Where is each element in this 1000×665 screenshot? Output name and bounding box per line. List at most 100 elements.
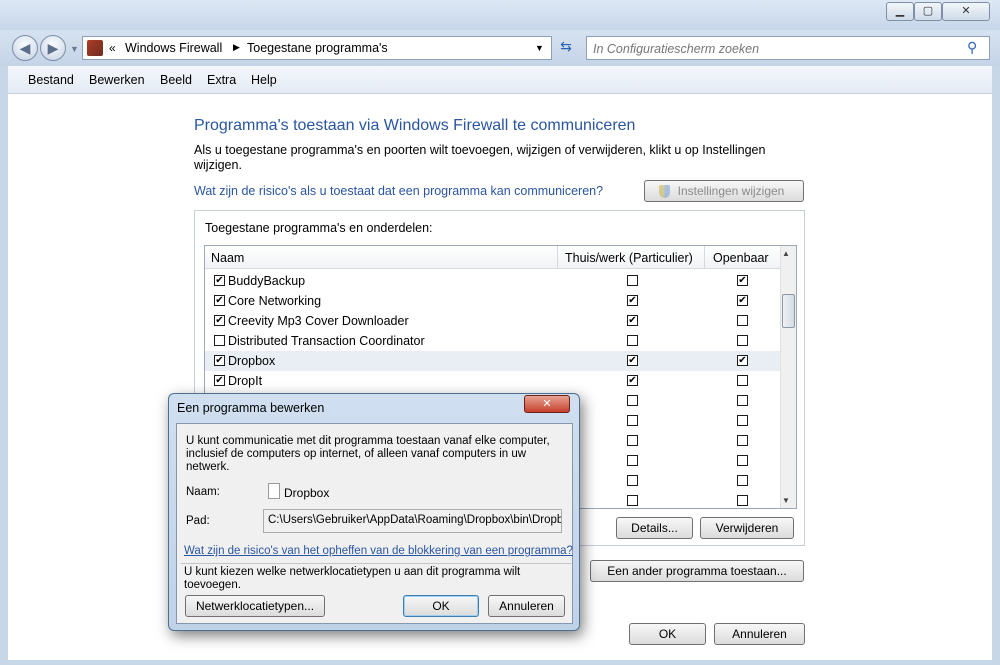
menu-bar [8, 66, 992, 94]
private-network-checkbox[interactable]: ✔ [627, 295, 638, 306]
enabled-checkbox[interactable]: ✔ [214, 375, 225, 386]
private-network-checkbox[interactable] [627, 395, 638, 406]
dialog-title: Een programma bewerken [177, 401, 325, 415]
table-row[interactable]: ✔ BuddyBackup ✔ [205, 271, 780, 291]
path-label: Pad: [186, 515, 210, 527]
enabled-checkbox[interactable]: ✔ [214, 355, 225, 366]
program-name: Core Networking [228, 294, 322, 308]
ok-button[interactable]: OK [629, 623, 706, 645]
maximize-button[interactable]: ▢ [914, 2, 942, 21]
remove-button[interactable]: Verwijderen [700, 517, 794, 539]
program-name: Creevity Mp3 Cover Downloader [228, 314, 409, 328]
menu-beeld[interactable]: Beeld [160, 73, 192, 87]
public-network-checkbox[interactable] [737, 315, 748, 326]
public-network-checkbox[interactable] [737, 455, 748, 466]
table-row[interactable]: ✔ DropIt ✔ [205, 371, 780, 391]
public-network-checkbox[interactable]: ✔ [737, 275, 748, 286]
dialog-risk-link[interactable]: Wat zijn de risico's van het opheffen va… [184, 545, 573, 557]
edit-program-dialog: Een programma bewerken ✕ U kunt communic… [168, 393, 580, 631]
public-network-checkbox[interactable] [737, 375, 748, 386]
public-network-checkbox[interactable]: ✔ [737, 295, 748, 306]
column-header-public[interactable]: Openbaar [713, 251, 769, 265]
menu-extra[interactable]: Extra [207, 73, 236, 87]
public-network-checkbox[interactable] [737, 335, 748, 346]
change-settings-label: Instellingen wijzigen [677, 184, 785, 198]
address-dropdown-icon[interactable]: ▼ [535, 43, 544, 53]
public-network-checkbox[interactable] [737, 435, 748, 446]
column-header-name[interactable]: Naam [211, 251, 244, 265]
details-button[interactable]: Details... [616, 517, 693, 539]
enabled-checkbox[interactable]: ✔ [214, 275, 225, 286]
name-label: Naam: [186, 486, 220, 498]
network-types-text: U kunt kiezen welke netwerklocatietypen … [184, 566, 521, 591]
change-settings-button[interactable]: Instellingen wijzigen [644, 180, 804, 202]
program-name-value: Dropbox [284, 486, 330, 500]
path-field[interactable]: C:\Users\Gebruiker\AppData\Roaming\Dropb… [263, 509, 562, 533]
menu-bestand[interactable]: Bestand [28, 73, 74, 87]
breadcrumb-overflow[interactable]: « [109, 41, 116, 55]
group-label: Toegestane programma's en onderdelen: [205, 221, 433, 235]
close-button[interactable]: ✕ [942, 2, 990, 21]
private-network-checkbox[interactable] [627, 275, 638, 286]
public-network-checkbox[interactable] [737, 495, 748, 506]
network-types-button[interactable]: Netwerklocatietypen... [185, 595, 325, 617]
table-row[interactable]: ✔ Creevity Mp3 Cover Downloader ✔ [205, 311, 780, 331]
list-scrollbar[interactable] [780, 246, 796, 508]
dialog-close-button[interactable]: ✕ [524, 395, 570, 413]
enabled-checkbox[interactable] [214, 335, 225, 346]
search-icon[interactable]: ⚲ [967, 39, 977, 56]
dialog-ok-button[interactable]: OK [403, 595, 479, 617]
firewall-icon [87, 40, 103, 56]
back-arrow-icon[interactable]: ◀ [12, 35, 38, 61]
private-network-checkbox[interactable]: ✔ [627, 315, 638, 326]
program-name: DropIt [228, 374, 263, 388]
search-box[interactable]: ⚲ [586, 36, 990, 60]
cancel-button[interactable]: Annuleren [714, 623, 805, 645]
column-divider [557, 246, 558, 269]
page-title: Programma's toestaan via Windows Firewal… [194, 117, 636, 134]
private-network-checkbox[interactable] [627, 475, 638, 486]
private-network-checkbox[interactable] [627, 495, 638, 506]
scroll-up-icon[interactable]: ▲ [782, 249, 790, 258]
enabled-checkbox[interactable]: ✔ [214, 315, 225, 326]
table-row[interactable]: ✔ Core Networking ✔ ✔ [205, 291, 780, 311]
refresh-icon[interactable]: ⇆ [555, 38, 577, 58]
dialog-intro-text: U kunt communicatie met dit programma to… [186, 435, 550, 473]
private-network-checkbox[interactable] [627, 415, 638, 426]
public-network-checkbox[interactable]: ✔ [737, 355, 748, 366]
search-input[interactable] [591, 39, 955, 59]
menu-help[interactable]: Help [251, 73, 277, 87]
column-header-private[interactable]: Thuis/werk (Particulier) [565, 251, 693, 265]
public-network-checkbox[interactable] [737, 395, 748, 406]
dialog-divider [181, 563, 571, 564]
shield-icon [659, 185, 670, 198]
public-network-checkbox[interactable] [737, 475, 748, 486]
breadcrumb-separator-icon[interactable]: ▶ [233, 42, 240, 53]
dialog-cancel-button[interactable]: Annuleren [488, 595, 565, 617]
minimize-button[interactable]: ▁ [886, 2, 914, 21]
table-row[interactable]: Distributed Transaction Coordinator [205, 331, 780, 351]
private-network-checkbox[interactable] [627, 435, 638, 446]
breadcrumb-allowed-programs[interactable]: Toegestane programma's [247, 41, 388, 55]
menu-bewerken[interactable]: Bewerken [89, 73, 145, 87]
public-network-checkbox[interactable] [737, 415, 748, 426]
window-titlebar [0, 0, 1000, 30]
allow-another-program-button[interactable]: Een ander programma toestaan... [590, 560, 804, 582]
private-network-checkbox[interactable] [627, 455, 638, 466]
private-network-checkbox[interactable] [627, 335, 638, 346]
private-network-checkbox[interactable]: ✔ [627, 355, 638, 366]
table-row[interactable]: ✔ Dropbox ✔ ✔ [205, 351, 780, 371]
private-network-checkbox[interactable]: ✔ [627, 375, 638, 386]
column-divider [704, 246, 705, 269]
breadcrumb-windows-firewall[interactable]: Windows Firewall [125, 41, 222, 55]
recent-pages-chevron-icon[interactable]: ▼ [70, 44, 79, 54]
dialog-body: U kunt communicatie met dit programma to… [176, 423, 573, 624]
address-bar[interactable]: « Windows Firewall ▶ Toegestane programm… [82, 36, 552, 60]
forward-arrow-icon[interactable]: ▶ [40, 35, 66, 61]
list-header [205, 246, 780, 269]
page-description: Als u toegestane programma's en poorten … [194, 143, 766, 172]
enabled-checkbox[interactable]: ✔ [214, 295, 225, 306]
scrollbar-thumb[interactable] [782, 294, 795, 328]
scroll-down-icon[interactable]: ▼ [782, 496, 790, 505]
risk-info-link[interactable]: Wat zijn de risico's als u toestaat dat … [194, 184, 603, 198]
